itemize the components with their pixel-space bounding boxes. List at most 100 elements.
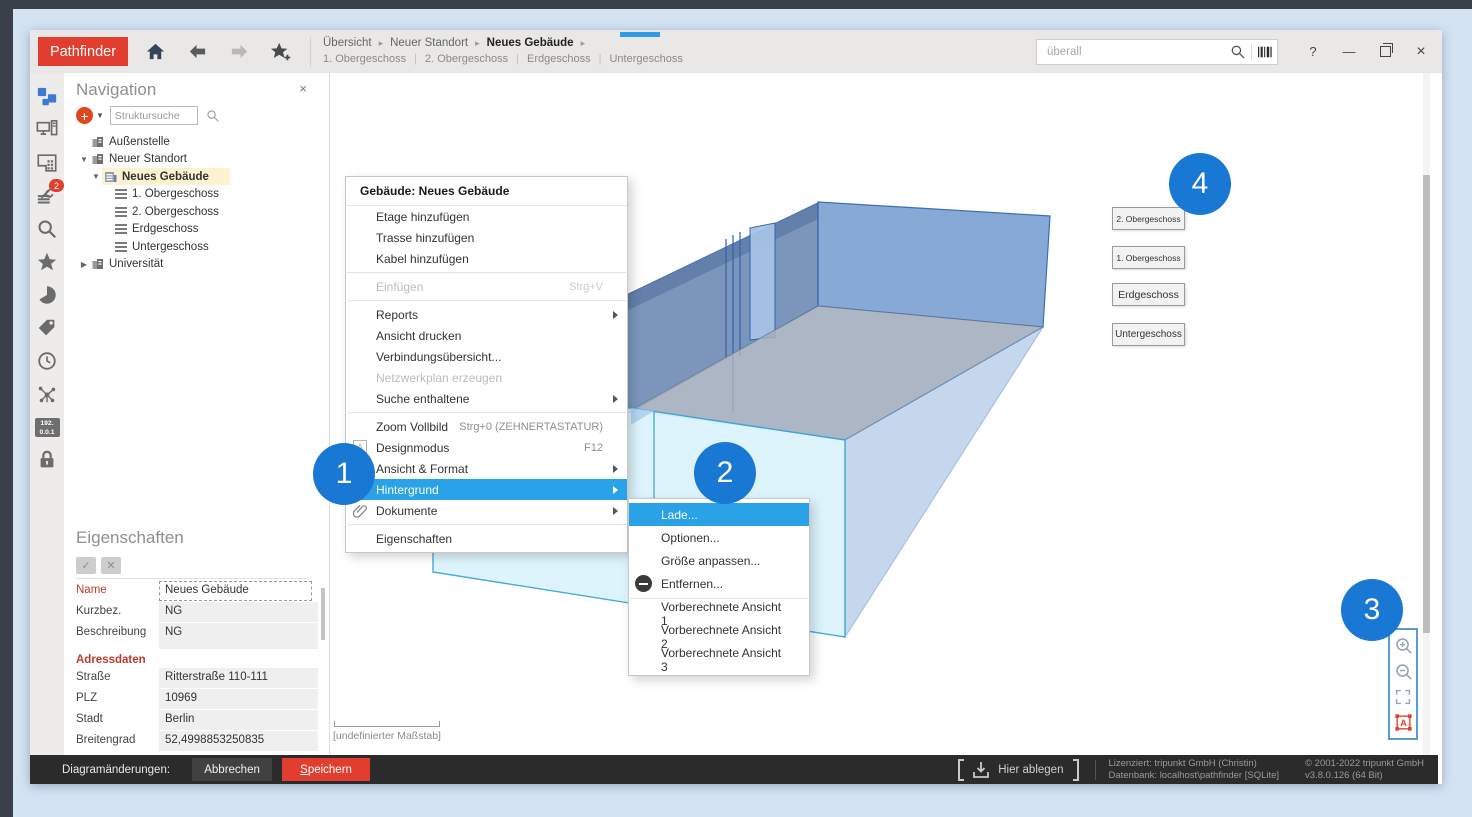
structure-search-icon[interactable] [206, 109, 220, 123]
design-mode-button[interactable]: A [1394, 713, 1413, 732]
breadcrumb-floor-2og[interactable]: 2. Obergeschoss [406, 52, 508, 67]
tree-item-1-obergeschoss[interactable]: 1. Obergeschoss [64, 186, 329, 204]
restore-button[interactable] [1368, 37, 1402, 67]
module-tags-button[interactable] [34, 316, 60, 340]
submenu-item-entfernen[interactable]: Entfernen... [629, 572, 809, 595]
module-favorites-button[interactable] [34, 250, 60, 274]
submenu-item-vorberechnete-ansicht-3[interactable]: Vorberechnete Ansicht 3 [629, 648, 809, 671]
expander-open-icon[interactable]: ▼ [92, 172, 100, 181]
save-button[interactable]: Speichern [282, 758, 370, 781]
back-button[interactable] [182, 37, 212, 67]
menu-item-verbindungsuebersicht[interactable]: Verbindungsübersicht... [346, 346, 627, 367]
menu-item-hintergrund[interactable]: Hintergrund [346, 479, 627, 500]
kurzbez-value-field[interactable]: NG [159, 602, 318, 622]
canvas-scrollbar-thumb[interactable] [1423, 175, 1430, 633]
tree-item-universitaet[interactable]: ▶ Universität [64, 256, 329, 274]
tree-item-erdgeschoss[interactable]: Erdgeschoss [64, 221, 329, 239]
module-navigation-button[interactable] [34, 85, 60, 109]
breadcrumb-floor-ug[interactable]: Untergeschoss [591, 52, 683, 67]
zoom-fit-button[interactable] [1394, 688, 1412, 706]
menu-item-suche-enthaltene[interactable]: Suche enthaltene [346, 388, 627, 409]
app-logo[interactable]: Pathfinder [38, 37, 128, 66]
breadcrumb-floor-1og[interactable]: 1. Obergeschoss [323, 52, 406, 67]
bracket-right-icon [1073, 759, 1079, 781]
add-node-caret-icon[interactable]: ▼ [96, 111, 104, 120]
menu-item-etage-hinzufuegen[interactable]: Etage hinzufügen [346, 206, 627, 227]
home-button[interactable] [140, 37, 170, 67]
back-arrow-icon [187, 41, 208, 62]
tree-item-untergeschoss[interactable]: Untergeschoss [64, 238, 329, 256]
favorite-add-button[interactable] [266, 37, 296, 67]
module-search-button[interactable] [34, 217, 60, 241]
scale-label: [undefinierter Maßstab] [333, 730, 441, 742]
navigation-close-button[interactable]: × [299, 81, 307, 96]
navigation-title: Navigation [76, 80, 156, 100]
tree-item-2-obergeschoss[interactable]: 2. Obergeschoss [64, 203, 329, 221]
module-tools-button[interactable]: 2 [34, 184, 60, 208]
zoom-toolbar: A [1388, 628, 1418, 740]
beschreibung-value-field[interactable]: NG [159, 623, 318, 649]
menu-item-designmodus[interactable]: ADesignmodusF12 [346, 437, 627, 458]
structure-search-input[interactable] [110, 106, 198, 125]
tree-item-neues-gebaeude[interactable]: ▼ Neues Gebäude [64, 168, 329, 186]
close-button[interactable]: × [1404, 37, 1438, 67]
zoom-out-button[interactable] [1394, 662, 1413, 681]
barcode-scan-icon[interactable] [1257, 45, 1273, 59]
drop-zone[interactable]: Hier ablegen [958, 759, 1079, 781]
module-security-button[interactable] [34, 448, 60, 472]
expander-open-icon[interactable]: ▼ [80, 155, 88, 164]
minimize-button[interactable]: — [1332, 37, 1366, 67]
breitengrad-value-field[interactable]: 52,4998853250835 [159, 731, 318, 751]
diagram-canvas[interactable]: [undefinierter Maßstab] 2. Obergeschoss … [330, 73, 1442, 755]
discard-button[interactable]: ✕ [101, 557, 121, 574]
breadcrumb-uebersicht[interactable]: Übersicht [323, 36, 372, 51]
menu-item-reports[interactable]: Reports [346, 304, 627, 325]
menu-item-dokumente[interactable]: Dokumente [346, 500, 627, 521]
callout-2: 2 [694, 442, 756, 504]
strasse-value-field[interactable]: Ritterstraße 110-111 [159, 668, 318, 688]
floor-button-2og[interactable]: 2. Obergeschoss [1112, 207, 1185, 230]
site-icon [92, 153, 104, 165]
submenu-item-optionen[interactable]: Optionen... [629, 526, 809, 549]
module-hardware-button[interactable] [34, 118, 60, 142]
menu-item-eigenschaften[interactable]: Eigenschaften [346, 528, 627, 549]
callout-4: 4 [1169, 153, 1231, 215]
floor-button-ug[interactable]: Untergeschoss [1112, 323, 1185, 346]
floor-button-eg[interactable]: Erdgeschoss [1112, 283, 1185, 306]
tree-item-aussenstelle[interactable]: Außenstelle [64, 133, 329, 151]
properties-scrollbar[interactable] [321, 588, 325, 640]
menu-item-kabel-hinzufuegen[interactable]: Kabel hinzufügen [346, 248, 627, 269]
tree-item-neuer-standort[interactable]: ▼ Neuer Standort [64, 151, 329, 169]
cancel-button[interactable]: Abbrechen [192, 758, 272, 781]
module-reports-button[interactable] [34, 283, 60, 307]
module-floorplan-button[interactable] [34, 151, 60, 175]
menu-item-ansicht-drucken[interactable]: Ansicht drucken [346, 325, 627, 346]
name-value-field[interactable]: Neues Gebäude [159, 581, 312, 601]
forward-button[interactable] [224, 37, 254, 67]
module-network-button[interactable] [34, 382, 60, 406]
menu-item-ansicht-format[interactable]: Ansicht & Format [346, 458, 627, 479]
submenu-item-groesse-anpassen[interactable]: Größe anpassen... [629, 549, 809, 572]
stadt-value-field[interactable]: Berlin [159, 710, 318, 730]
plz-value-field[interactable]: 10969 [159, 689, 318, 709]
help-button[interactable]: ? [1296, 37, 1330, 67]
breadcrumb-neuer-standort[interactable]: Neuer Standort [390, 36, 468, 51]
canvas-scrollbar[interactable] [1423, 73, 1430, 755]
menu-item-trasse-hinzufuegen[interactable]: Trasse hinzufügen [346, 227, 627, 248]
breadcrumb-neues-gebaeude[interactable]: Neues Gebäude [487, 36, 574, 51]
floor-button-1og[interactable]: 1. Obergeschoss [1112, 246, 1185, 269]
floorplan-icon [36, 152, 58, 174]
module-ip-button[interactable]: 192.0.0.1 [34, 415, 60, 439]
breadcrumb-floor-eg[interactable]: Erdgeschoss [508, 52, 590, 67]
add-node-button[interactable]: + [76, 107, 93, 124]
module-history-button[interactable] [34, 349, 60, 373]
search-icon[interactable] [1230, 44, 1246, 60]
breadcrumb-arrow-icon [379, 36, 384, 51]
site-icon [92, 258, 104, 270]
expander-closed-icon[interactable]: ▶ [80, 260, 88, 269]
apply-button[interactable]: ✓ [76, 557, 96, 574]
submenu-item-lade[interactable]: Lade... [629, 503, 809, 526]
menu-item-zoom-vollbild[interactable]: Zoom VollbildStrg+0 (ZEHNERTASTATUR) [346, 416, 627, 437]
zoom-in-button[interactable] [1394, 636, 1413, 655]
global-search-input[interactable] [1045, 45, 1230, 59]
